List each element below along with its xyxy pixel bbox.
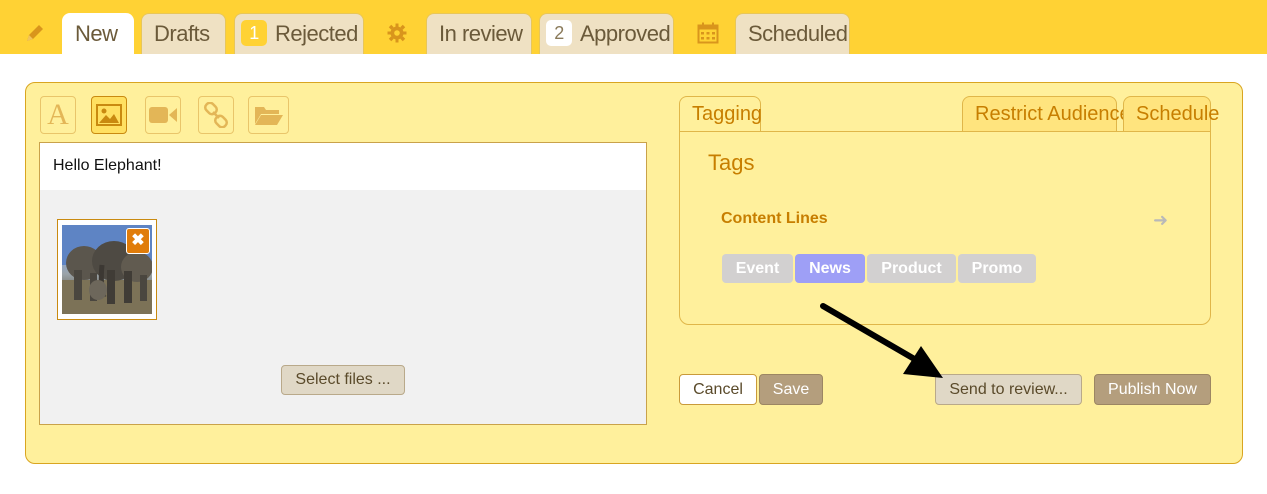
send-to-review-button[interactable]: Send to review... [935,374,1082,405]
annotation-arrow [820,303,943,378]
send-to-review-label: Send to review... [949,381,1068,398]
text-icon: A [47,98,69,131]
tag-pill-news[interactable]: News [795,254,865,283]
arrow-right-icon[interactable]: ➜ [1153,210,1168,231]
count-badge: 2 [546,20,572,47]
save-label: Save [772,381,810,398]
publish-now-button[interactable]: Publish Now [1094,374,1211,405]
video-icon [149,107,177,123]
folder-tool-button[interactable] [248,96,289,134]
link-icon [203,102,229,128]
tag-pill-promo[interactable]: Promo [958,254,1036,283]
tab-restrict-audience[interactable]: Restrict Audience [962,96,1131,132]
remove-image-button[interactable]: ✖ [126,228,150,254]
pencil-icon[interactable] [24,22,46,49]
pill-label: Product [881,260,942,277]
gear-icon[interactable] [387,23,407,48]
calendar-icon[interactable] [697,22,719,49]
tab-new[interactable]: New [62,13,134,54]
tab-label: Drafts [154,21,210,46]
cancel-button[interactable]: Cancel [679,374,757,405]
tag-pill-product[interactable]: Product [867,254,956,283]
image-tool-button[interactable] [91,96,127,134]
tab-label: New [75,21,118,46]
tags-heading: Tags [708,150,755,175]
folder-icon [254,107,283,125]
tab-label: Rejected [275,21,358,46]
tab-label: Schedule [1136,103,1220,125]
tab-label: In review [439,21,523,46]
tab-label: Approved [580,21,671,46]
count-badge: 1 [241,20,267,47]
tab-approved[interactable]: 2 Approved [539,13,674,54]
content-lines-label: Content Lines [721,210,828,227]
tab-in-review[interactable]: In review [426,13,532,54]
tab-scheduled[interactable]: Scheduled [735,13,850,54]
text-tool-button[interactable]: A [40,96,76,134]
select-files-label: Select files ... [295,371,391,388]
tab-rejected[interactable]: 1 Rejected [234,13,364,54]
close-icon: ✖ [131,232,145,249]
pill-label: News [809,260,851,277]
cancel-label: Cancel [693,381,743,398]
pill-label: Promo [971,260,1023,277]
tab-drafts[interactable]: Drafts [141,13,226,54]
tab-tagging[interactable]: Tagging [679,96,763,133]
pill-label: Event [735,260,780,277]
image-icon [96,104,122,126]
post-text-value: Hello Elephant! [53,157,162,174]
link-tool-button[interactable] [198,96,234,134]
publish-now-label: Publish Now [1108,381,1197,398]
select-files-button[interactable]: Select files ... [281,365,405,395]
tag-pill-event[interactable]: Event [722,254,793,283]
tab-label: Scheduled [748,21,848,46]
tab-label: Restrict Audience [975,103,1131,125]
tagging-panel [679,131,1211,325]
video-tool-button[interactable] [145,96,181,134]
tab-schedule[interactable]: Schedule [1123,96,1219,132]
post-text-field[interactable]: Hello Elephant! [39,142,647,191]
tab-label: Tagging [692,103,763,125]
save-button[interactable]: Save [759,374,823,405]
